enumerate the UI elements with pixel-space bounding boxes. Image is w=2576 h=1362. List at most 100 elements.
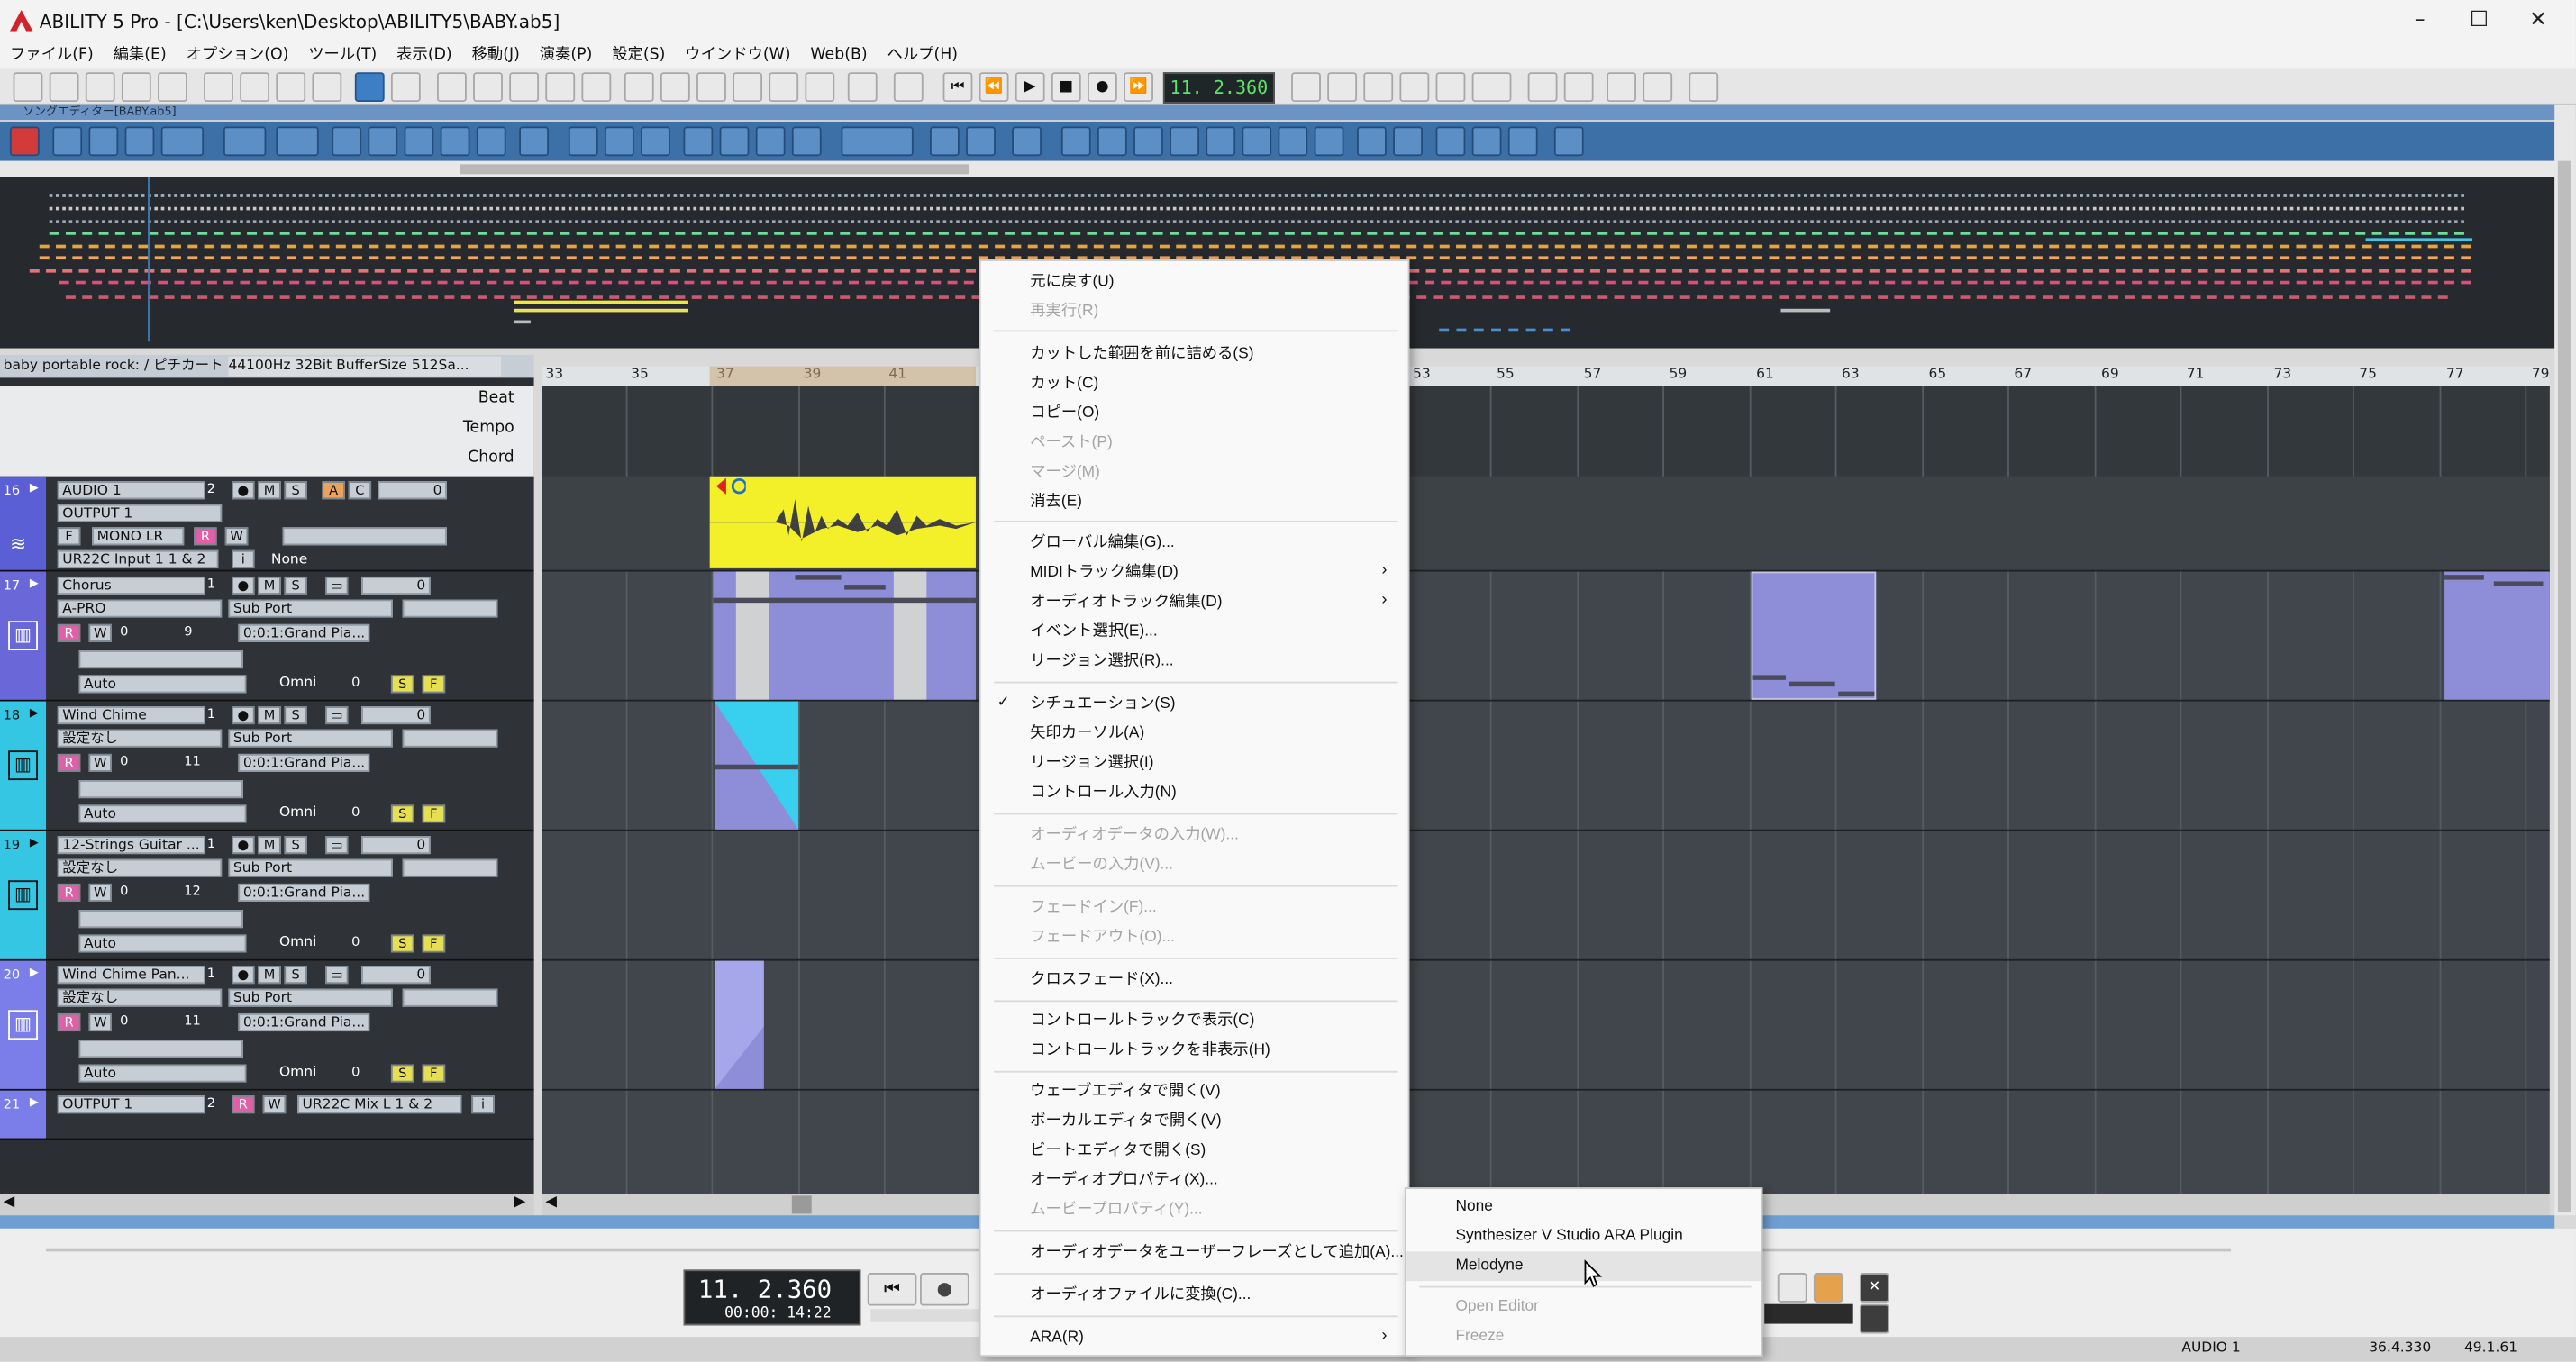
ara-synthesizer-v[interactable]: Synthesizer V Studio ARA Plugin (1406, 1222, 1761, 1252)
track-18-omni[interactable]: Omni (279, 804, 316, 821)
menu-help[interactable]: ヘルプ(H) (878, 42, 968, 68)
edit-button[interactable] (204, 72, 233, 103)
menu-play[interactable]: 演奏(P) (530, 42, 603, 68)
midi-clip-wind-chime-pan[interactable] (715, 960, 764, 1089)
transport-record-button[interactable]: ● (920, 1273, 969, 1306)
menu-copy[interactable]: コピー(O) (981, 399, 1408, 429)
menu-redo[interactable]: 再実行(R) (981, 297, 1408, 327)
track-18-subport[interactable]: Sub Port (228, 729, 393, 748)
menu-control-input[interactable]: コントロール入力(N) (981, 778, 1408, 808)
menu-settings[interactable]: 設定(S) (602, 42, 675, 68)
tool-d-button[interactable] (1435, 72, 1466, 103)
midi-button[interactable]: ▭ (325, 966, 349, 985)
solo-f-button[interactable]: F (422, 804, 446, 823)
view6-button[interactable] (624, 72, 654, 103)
merge-button[interactable] (440, 126, 470, 157)
solo-s-button[interactable]: S (390, 675, 414, 694)
transport-display[interactable]: 11. 2.360 00:00: 14:22 (683, 1269, 861, 1326)
menu-view[interactable]: 表示(D) (387, 42, 461, 68)
read-button[interactable]: R (194, 527, 217, 546)
tool-c-button[interactable] (1399, 72, 1430, 103)
track-17-subport[interactable]: Sub Port (228, 599, 393, 618)
menu-fade-in[interactable]: フェードイン(F)... (981, 894, 1408, 923)
open-file-button[interactable] (49, 72, 79, 103)
tool-j-button[interactable] (1689, 72, 1719, 103)
track-16-fx-slot[interactable] (282, 527, 447, 546)
track-21-name[interactable]: OUTPUT 1 (57, 1095, 205, 1114)
menu-tool[interactable]: ツール(T) (298, 42, 387, 68)
transport-extra1-button[interactable] (1777, 1273, 1807, 1303)
read-button[interactable]: R (57, 753, 81, 772)
tool-ah-button[interactable] (1507, 126, 1538, 157)
menu-window[interactable]: ウインドウ(W) (675, 42, 800, 68)
record-toggle[interactable]: ● (232, 706, 255, 725)
solo-s-button[interactable]: S (390, 1064, 414, 1083)
menu-delete[interactable]: 消去(E) (981, 488, 1408, 518)
audio-clip[interactable] (709, 476, 977, 568)
track-19-fx-slot[interactable] (78, 910, 243, 929)
mute-button[interactable]: M (258, 706, 281, 725)
menu-situation[interactable]: シチュエーション(S) (981, 690, 1408, 720)
erase-button[interactable] (476, 126, 506, 157)
tool-o-button[interactable] (683, 126, 714, 157)
transport-slider[interactable] (870, 1309, 979, 1322)
track-18-volume[interactable]: 0 (361, 706, 431, 725)
transport-close-button[interactable]: ✕ (1859, 1273, 1889, 1303)
menu-web[interactable]: Web(B) (800, 42, 877, 68)
solo-f-button[interactable]: F (422, 675, 446, 694)
tool-t-button[interactable] (966, 126, 996, 157)
guitar-button[interactable] (696, 72, 726, 103)
tool-m-button[interactable] (604, 126, 634, 157)
vscroll-thumb[interactable] (2557, 160, 2571, 1212)
close-button[interactable]: ✕ (2500, 0, 2576, 42)
record-toggle[interactable]: ● (232, 836, 255, 855)
ara-freeze[interactable]: Freeze (1406, 1322, 1761, 1352)
view1-button[interactable] (436, 72, 467, 103)
expand-icon[interactable]: ▶ (30, 836, 39, 849)
track-list-hscroll[interactable]: ◀ ▶ (0, 1194, 534, 1216)
tool-q-button[interactable] (755, 126, 786, 157)
loop-button[interactable] (847, 72, 878, 103)
transport-expand-button[interactable] (1859, 1303, 1889, 1334)
track-18-name[interactable]: Wind Chime (57, 706, 205, 725)
track-16[interactable]: 16 ▶ ≋ AUDIO 1 2 ● M S A C 0 OUTPUT 1 F … (0, 476, 534, 572)
tool-e-button[interactable] (1471, 72, 1512, 103)
track-17-program[interactable]: 0:0:1:Grand Pia... (238, 623, 370, 642)
track-19-subport[interactable]: Sub Port (228, 858, 393, 877)
menu-event-select[interactable]: イベント選択(E)... (981, 618, 1408, 648)
track-16-volume[interactable]: 0 (378, 481, 447, 500)
tool-aa-button[interactable] (1242, 126, 1272, 157)
menu-convert-audio-file[interactable]: オーディオファイルに変換(C)... (981, 1281, 1408, 1311)
menu-audio-track-edit[interactable]: オーディオトラック編集(D) (981, 588, 1408, 618)
track-21[interactable]: 21 ▶ OUTPUT 1 2 R W UR22C Mix L 1 & 2 i (0, 1090, 534, 1140)
track-18-fx-slot[interactable] (78, 780, 243, 799)
track-20-extra[interactable] (402, 988, 498, 1007)
tool-g-button[interactable] (1563, 72, 1594, 103)
menu-hide-control-track[interactable]: コントロールトラックを非表示(H) (981, 1037, 1408, 1067)
track-19-extra[interactable] (402, 858, 498, 877)
read-button[interactable]: R (57, 883, 81, 902)
fast-forward-button[interactable]: ⏩ (1124, 72, 1153, 103)
menu-open-wave-editor[interactable]: ウェーブエディタで開く(V) (981, 1077, 1408, 1107)
info-button[interactable]: i (471, 1095, 495, 1114)
song-editor-button[interactable] (354, 72, 385, 103)
track-19-omni[interactable]: Omni (279, 934, 316, 950)
info-button[interactable]: i (232, 549, 255, 568)
menu-open-beat-editor[interactable]: ビートエディタで開く(S) (981, 1137, 1408, 1167)
mute-button[interactable]: M (258, 576, 281, 595)
ara-none[interactable]: None (1406, 1193, 1761, 1222)
write-button[interactable]: W (224, 527, 249, 546)
menu-add-user-phrase[interactable]: オーディオデータをユーザーフレーズとして追加(A)... (981, 1239, 1408, 1268)
track-18-auto[interactable]: Auto (78, 804, 247, 823)
tool-u-button[interactable] (1012, 126, 1042, 157)
track-19-port[interactable]: 設定なし (57, 858, 223, 877)
drum-button[interactable] (733, 72, 763, 103)
tool-f-button[interactable] (1527, 72, 1558, 103)
tool-af-button[interactable] (1435, 126, 1466, 157)
tool-l-button[interactable] (568, 126, 598, 157)
mute-button[interactable]: M (258, 836, 281, 855)
track-17-fx-slot[interactable] (78, 650, 243, 669)
view5-button[interactable] (581, 72, 612, 103)
menu-ara[interactable]: ARA(R) (981, 1324, 1408, 1354)
track-20-name[interactable]: Wind Chime Pan... (57, 966, 205, 985)
